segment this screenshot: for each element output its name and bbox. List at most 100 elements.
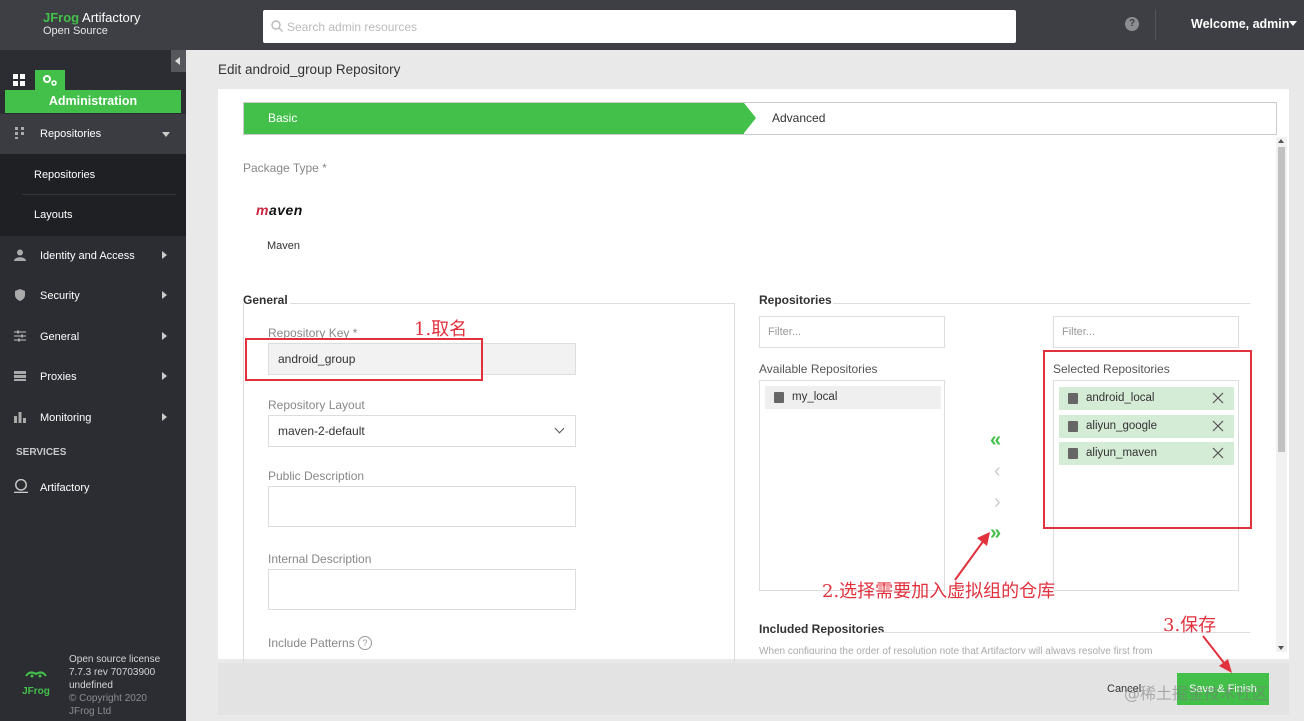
- selected-filter-input[interactable]: [1053, 316, 1239, 348]
- repositories-icon: [15, 127, 24, 139]
- services-heading: SERVICES: [16, 447, 67, 458]
- jfrog-logo-text: JFrog: [22, 686, 50, 697]
- administration-label[interactable]: Administration: [5, 90, 181, 113]
- sidebar-item-label: Monitoring: [40, 412, 92, 424]
- scrollbar-thumb[interactable]: [1278, 147, 1285, 452]
- annotation-box-repo-key: [245, 338, 483, 381]
- repo-layout-value: maven-2-default: [278, 424, 365, 438]
- annotation-step2: 2.选择需要加入虚拟组的仓库: [822, 581, 1056, 602]
- repo-layout-label: Repository Layout: [268, 398, 365, 412]
- package-type-label: Package Type *: [243, 161, 327, 175]
- sidebar-item-proxies[interactable]: Proxies: [0, 357, 186, 397]
- included-repositories-hint: When configuring the order of resolution…: [759, 646, 1153, 654]
- brand-logo[interactable]: JFrog Artifactory Open Source: [43, 10, 141, 38]
- sidebar-subitem-layouts[interactable]: Layouts: [34, 209, 73, 221]
- remove-selected-button[interactable]: ›: [994, 492, 1001, 512]
- page-title: Edit android_group Repository: [218, 62, 401, 77]
- brand-accent: JFrog: [43, 10, 80, 25]
- user-icon: [14, 249, 26, 261]
- annotation-box-selected: [1043, 350, 1252, 529]
- chevron-right-icon: [162, 332, 167, 340]
- chevron-right-icon: [162, 413, 167, 421]
- search-icon: [271, 20, 283, 32]
- repository-icon: [774, 392, 784, 403]
- sidebar-submenu: Repositories Layouts: [0, 154, 186, 236]
- chevron-right-icon: [162, 251, 167, 259]
- remove-all-button[interactable]: »: [990, 523, 1001, 543]
- search-input[interactable]: [263, 10, 1016, 43]
- sidebar-item-identity-and-access[interactable]: Identity and Access: [0, 236, 186, 276]
- welcome-user-menu[interactable]: Welcome, admin: [1191, 17, 1289, 31]
- sidebar-subitem-repositories[interactable]: Repositories: [34, 169, 95, 181]
- sidebar-item-label: Repositories: [40, 128, 102, 140]
- internal-description-label: Internal Description: [268, 552, 372, 566]
- proxies-icon: [14, 371, 26, 381]
- internal-description-field[interactable]: [268, 569, 576, 610]
- scroll-up-icon[interactable]: [1278, 139, 1284, 143]
- list-item[interactable]: my_local: [765, 386, 941, 409]
- gear-icon: [43, 75, 57, 86]
- maven-logo-text: aven: [268, 202, 303, 218]
- sidebar-item-label: General: [40, 331, 80, 343]
- chevron-right-icon: [162, 291, 167, 299]
- top-bar: JFrog Artifactory Open Source ? Welcome,…: [0, 0, 1304, 50]
- repositories-section-line: [833, 303, 1250, 304]
- dashboard-grid-icon[interactable]: [13, 74, 25, 86]
- artifactory-icon: [14, 479, 28, 493]
- wizard-steps: Basic Advanced: [243, 102, 1277, 135]
- brand-product: Artifactory: [79, 10, 141, 25]
- sidebar-item-monitoring[interactable]: Monitoring: [0, 398, 186, 438]
- help-icon[interactable]: ?: [358, 636, 372, 650]
- available-filter-input[interactable]: [759, 316, 945, 348]
- chevron-down-icon: [554, 423, 565, 434]
- sliders-icon: [14, 330, 26, 342]
- shield-icon: [15, 289, 25, 301]
- step-basic[interactable]: Basic: [244, 103, 756, 134]
- available-repositories-list[interactable]: my_local: [759, 380, 945, 591]
- chevron-down-icon: [162, 132, 170, 137]
- version-text: 7.7.3 rev 70703900: [69, 667, 156, 678]
- sidebar-item-general[interactable]: General: [0, 317, 186, 357]
- maven-logo[interactable]: maven: [256, 202, 303, 218]
- sidebar-item-label: Proxies: [40, 371, 77, 383]
- sidebar-collapse-button[interactable]: [171, 50, 186, 72]
- copyright-text: © Copyright 2020: [69, 693, 147, 704]
- available-repositories-label: Available Repositories: [759, 362, 878, 376]
- sidebar-item-label: Security: [40, 290, 80, 302]
- header-divider: [1155, 10, 1156, 40]
- sidebar-item-label: Artifactory: [40, 482, 90, 494]
- jfrog-logo: JFrog: [20, 670, 52, 700]
- sidebar: Administration Repositories Repositories…: [0, 50, 186, 721]
- version-extra-text: undefined: [69, 680, 113, 691]
- public-description-field[interactable]: [268, 486, 576, 527]
- include-patterns-label: Include Patterns: [268, 636, 355, 650]
- scroll-down-icon[interactable]: [1278, 646, 1284, 650]
- sidebar-item-security[interactable]: Security: [0, 276, 186, 316]
- annotation-step1: 1.取名: [414, 319, 468, 340]
- included-repositories-title: Included Repositories: [759, 622, 885, 636]
- submenu-divider: [22, 194, 176, 195]
- public-description-label: Public Description: [268, 469, 365, 483]
- annotation-step3: 3.保存: [1163, 615, 1217, 636]
- add-all-button[interactable]: «: [990, 430, 1001, 450]
- bar-chart-icon: [14, 412, 26, 423]
- repositories-section-title: Repositories: [759, 293, 832, 307]
- sidebar-item-artifactory[interactable]: Artifactory: [0, 468, 186, 508]
- brand-edition: Open Source: [43, 25, 108, 37]
- sidebar-item-repositories[interactable]: Repositories: [0, 114, 186, 154]
- license-info: Open source license 7.7.3 rev 70703900 u…: [69, 653, 160, 718]
- admin-gear-tab[interactable]: [35, 70, 65, 92]
- scrollbar[interactable]: [1276, 137, 1287, 652]
- watermark: @稀土掘金技术社区: [1124, 684, 1269, 703]
- chevron-down-icon[interactable]: [1289, 21, 1297, 26]
- package-name: Maven: [267, 240, 301, 252]
- license-text: Open source license: [69, 654, 161, 665]
- step-advanced[interactable]: Advanced: [772, 103, 825, 134]
- chevron-right-icon: [162, 372, 167, 380]
- sidebar-item-label: Identity and Access: [40, 250, 135, 262]
- company-text: JFrog Ltd: [69, 706, 112, 717]
- add-selected-button[interactable]: ‹: [994, 461, 1001, 481]
- repo-item-label: my_local: [792, 391, 838, 403]
- repo-layout-select[interactable]: maven-2-default: [268, 415, 576, 447]
- help-icon[interactable]: ?: [1125, 17, 1139, 31]
